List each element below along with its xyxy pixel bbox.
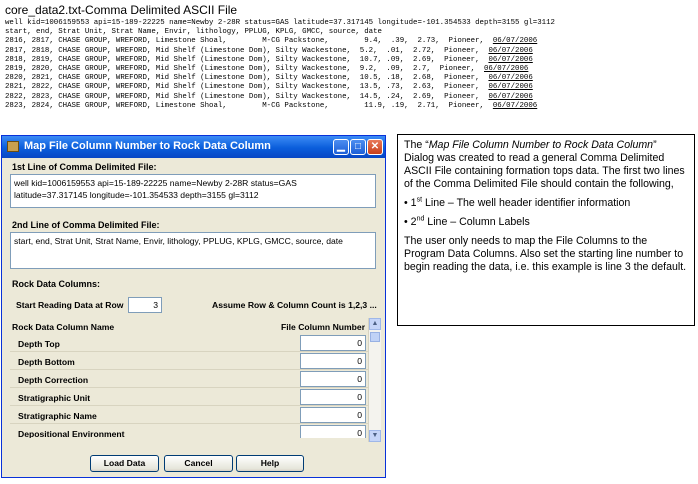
close-button[interactable]: ✕ <box>367 139 383 155</box>
column-name-header: Rock Data Column Name <box>12 322 115 332</box>
table-scrollbar[interactable]: ▲ ▼ <box>368 318 381 442</box>
table-row: Stratigraphic Name 0 <box>10 406 369 424</box>
file-date: 06/07/2006 <box>492 37 538 46</box>
row-label: Depositional Environment <box>18 429 125 438</box>
strat-name-input[interactable]: 0 <box>300 407 366 423</box>
table-row: Depositional Environment 0 <box>10 424 369 438</box>
file-column-number-header: File Column Number <box>281 322 366 332</box>
assume-count-label: Assume Row & Column Count is 1,2,3 ... <box>212 300 377 310</box>
explanation-note: The “Map File Column Number to Rock Data… <box>397 134 695 326</box>
table-row: Depth Correction 0 <box>10 370 369 388</box>
dialog-title: Map File Column Number to Rock Data Colu… <box>24 140 271 152</box>
note-bullet-1: • 1st Line – The well header identifier … <box>404 196 631 209</box>
depth-bottom-input[interactable]: 0 <box>300 353 366 369</box>
note-dialog-name: Map File Column Number to Rock Data Colu… <box>428 139 654 151</box>
start-row-input[interactable]: 3 <box>128 297 162 313</box>
help-button[interactable]: Help <box>236 455 304 472</box>
start-row-label: Start Reading Data at Row <box>16 300 124 310</box>
file-line: 2818, 2819, CHASE GROUP, WREFORD, Mid Sh… <box>5 55 533 64</box>
note-bullet-2: • 2nd Line – Column Labels <box>404 215 530 228</box>
scroll-thumb[interactable] <box>370 332 380 342</box>
file-line: start, end, Strat Unit, Strat Name, Envi… <box>5 28 382 37</box>
second-line-textarea[interactable]: start, end, Strat Unit, Strat Name, Envi… <box>10 232 376 269</box>
table-row: Depth Top 0 <box>10 334 369 352</box>
row-label: Depth Correction <box>18 375 89 385</box>
rock-columns-table: Depth Top 0 Depth Bottom 0 Depth Correct… <box>10 334 369 438</box>
table-row: Stratigraphic Unit 0 <box>10 388 369 406</box>
second-line-text: start, end, Strat Unit, Strat Name, Envi… <box>14 236 343 246</box>
file-date: 06/07/2006 <box>488 92 533 101</box>
file-line: 2823, 2824, CHASE GROUP, WREFORD, Limest… <box>5 101 538 110</box>
first-line-label: 1st Line of Comma Delimited File: <box>12 162 157 172</box>
bullet-text: Line – The well header identifier inform… <box>422 197 631 209</box>
note-text: The “ <box>404 139 429 151</box>
file-line: 2822, 2823, CHASE GROUP, WREFORD, Mid Sh… <box>5 92 533 101</box>
second-line-label: 2nd Line of Comma Delimited File: <box>12 220 160 230</box>
depth-correction-input[interactable]: 0 <box>300 371 366 387</box>
file-date: 06/07/2006 <box>484 65 529 74</box>
file-line: 2816, 2817, CHASE GROUP, WREFORD, Limest… <box>5 37 538 46</box>
file-line: well kid=1006159553 api=15-189-22225 nam… <box>5 19 555 27</box>
file-line: 2820, 2821, CHASE GROUP, WREFORD, Mid Sh… <box>5 74 533 83</box>
cancel-button[interactable]: Cancel <box>164 455 233 472</box>
dialog-titlebar[interactable]: Map File Column Number to Rock Data Colu… <box>2 136 385 158</box>
file-title: core_data2.txt-Comma Delimited ASCII Fil… <box>5 3 238 17</box>
file-date: 06/07/2006 <box>488 83 533 92</box>
file-date: 06/07/2006 <box>488 74 533 83</box>
rock-column-dialog: Map File Column Number to Rock Data Colu… <box>1 135 386 478</box>
depth-top-input[interactable]: 0 <box>300 335 366 351</box>
maximize-button[interactable]: □ <box>350 139 366 155</box>
depositional-environment-input[interactable]: 0 <box>300 425 366 438</box>
file-line: 2817, 2818, CHASE GROUP, WREFORD, Mid Sh… <box>5 46 533 55</box>
strat-unit-input[interactable]: 0 <box>300 389 366 405</box>
rock-columns-label: Rock Data Columns: <box>12 279 101 289</box>
note-paragraph-2: The user only needs to map the File Colu… <box>404 235 687 273</box>
file-line: 2821, 2822, CHASE GROUP, WREFORD, Mid Sh… <box>5 83 533 92</box>
load-data-button[interactable]: Load Data <box>90 455 159 472</box>
note-paragraph-1: The “Map File Column Number to Rock Data… <box>404 139 688 191</box>
file-line: 2819, 2820, CHASE GROUP, WREFORD, Mid Sh… <box>5 65 529 74</box>
minimize-button[interactable]: ▁ <box>333 139 349 155</box>
file-date: 06/07/2006 <box>488 55 533 64</box>
row-label: Depth Bottom <box>18 357 75 367</box>
file-date: 06/07/2006 <box>492 101 538 110</box>
row-label: Stratigraphic Name <box>18 411 97 421</box>
bullet-text: Line – Column Labels <box>424 216 530 228</box>
table-row: Depth Bottom 0 <box>10 352 369 370</box>
first-line-textarea[interactable]: well kid=1006159553 api=15-189-22225 nam… <box>10 174 376 208</box>
scroll-up-icon[interactable]: ▲ <box>369 318 381 330</box>
scroll-down-icon[interactable]: ▼ <box>369 430 381 442</box>
row-label: Depth Top <box>18 339 60 349</box>
first-line-text-1: well kid=1006159553 api=15-189-22225 nam… <box>14 178 297 188</box>
row-label: Stratigraphic Unit <box>18 393 91 403</box>
first-line-text-2: latitude=37.317145 longitude=-101.354533… <box>14 190 259 200</box>
map-icon <box>7 141 19 152</box>
file-content: well kid=1006159553 api=15-189-22225 nam… <box>5 19 555 111</box>
file-date: 06/07/2006 <box>488 46 533 55</box>
